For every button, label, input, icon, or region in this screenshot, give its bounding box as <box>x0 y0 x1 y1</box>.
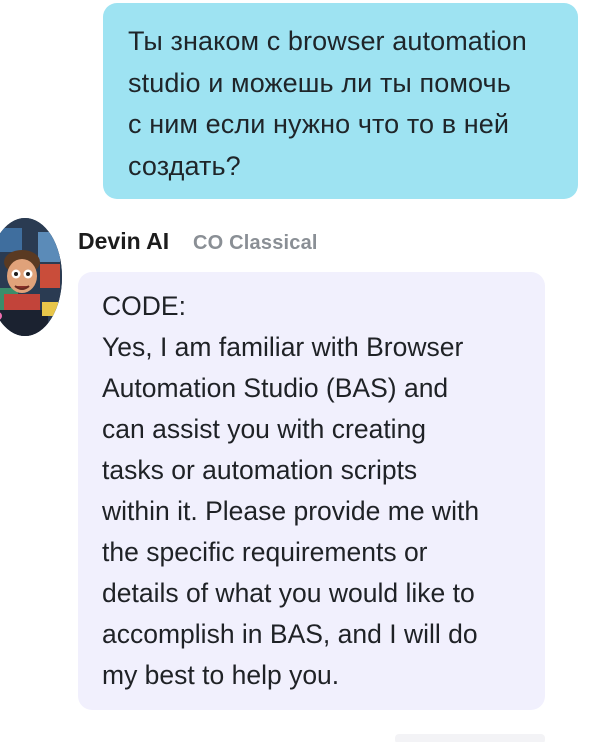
user-message-bubble[interactable]: Ты знаком с browser automation studio и … <box>103 3 578 199</box>
next-message-hint <box>395 734 545 742</box>
user-message-line: создать? <box>128 150 241 181</box>
bot-message-line: details of what you would like to <box>102 578 475 608</box>
bot-message-line: accomplish in BAS, and I will do <box>102 619 478 649</box>
bot-message-line: within it. Please provide me with <box>102 496 480 526</box>
bot-message-line: the specific requirements or <box>102 537 428 567</box>
bot-meta-label: CO Classical <box>193 232 318 254</box>
user-message-line: studio и можешь ли ты помочь <box>128 67 511 98</box>
user-message-line: Ты знаком с browser automation <box>128 26 527 56</box>
bot-message-line: CODE: <box>102 291 186 321</box>
bot-message-line: can assist you with creating <box>102 414 427 444</box>
bot-message-bubble[interactable]: CODE: Yes, I am familiar with Browser Au… <box>78 272 545 710</box>
chat-screen: Ты знаком с browser automation studio и … <box>0 0 591 742</box>
bot-message-line: tasks or automation scripts <box>102 455 418 485</box>
user-message-line: с ним если нужно что то в ней <box>128 109 510 139</box>
bot-avatar[interactable] <box>0 218 62 336</box>
bot-message-line: Yes, I am familiar with Browser <box>102 332 464 362</box>
robot-avatar-icon <box>0 218 62 336</box>
bot-name: Devin AI <box>78 228 170 254</box>
bot-message-line: my best to help you. <box>102 660 340 690</box>
bot-message-line: Automation Studio (BAS) and <box>102 373 449 403</box>
